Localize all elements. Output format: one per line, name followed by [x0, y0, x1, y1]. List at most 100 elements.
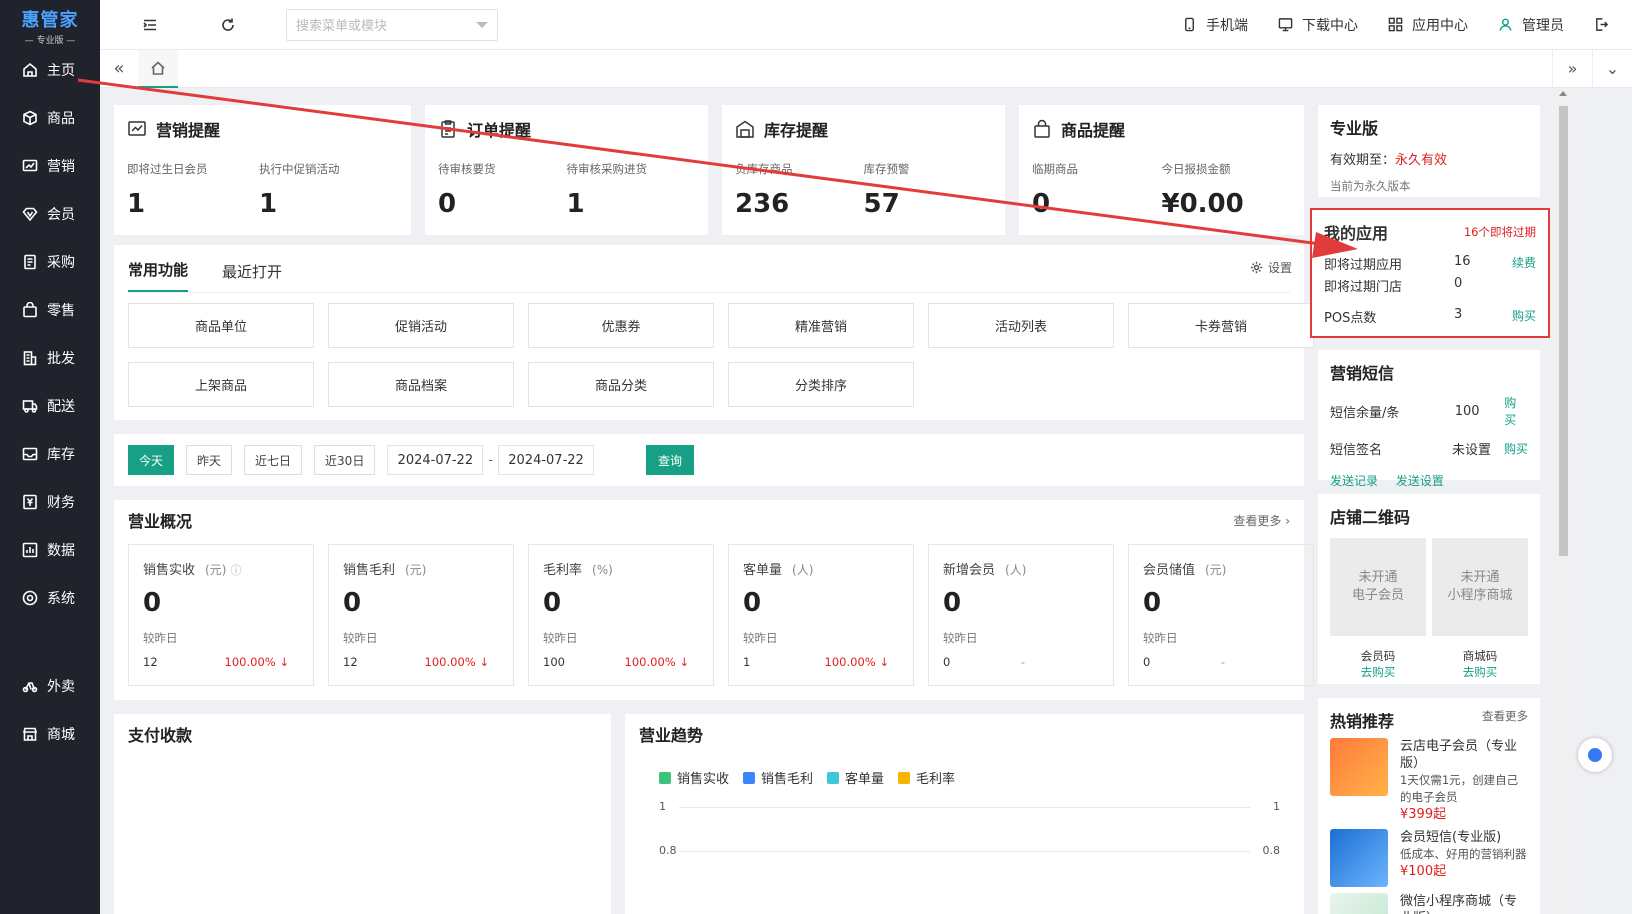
reminder-item[interactable]: 库存预警 57 — [864, 161, 993, 219]
card-title: 订单提醒 — [467, 121, 532, 140]
buy-link[interactable]: 购买 — [1504, 440, 1528, 457]
function-button[interactable]: 优惠券 — [528, 303, 714, 348]
sidebar-item-takeout[interactable]: 外卖 — [0, 662, 100, 710]
tabs-menu-button[interactable]: ⌄ — [1592, 49, 1632, 88]
download-center-link[interactable]: 下载中心 — [1278, 15, 1358, 35]
last-7-days-button[interactable]: 近七日 — [244, 445, 303, 475]
function-button[interactable]: 精准营销 — [728, 303, 914, 348]
tab-common-functions[interactable]: 常用功能 — [128, 259, 189, 292]
product-item[interactable]: 云店电子会员（专业版） 1天仅需1元，创建自己的电子会员 ¥399起 — [1330, 738, 1528, 823]
sms-card: 营销短信 短信余量/条 100 购买 短信签名 未设置 购买 发送记录 发送设置 — [1318, 350, 1540, 488]
start-date-input[interactable]: 2024-07-22 — [387, 445, 484, 475]
user-menu[interactable]: 管理员 — [1498, 15, 1564, 35]
help-icon[interactable]: ⓘ — [231, 564, 242, 577]
menu-toggle-button[interactable] — [142, 17, 158, 33]
view-more-link[interactable]: 查看更多 — [1482, 708, 1528, 732]
scrollbar-thumb[interactable] — [1559, 106, 1568, 556]
end-date-input[interactable]: 2024-07-22 — [498, 445, 595, 475]
renew-link[interactable]: 续费 — [1512, 254, 1536, 273]
yesterday-button[interactable]: 昨天 — [186, 445, 233, 475]
legend-swatch — [898, 771, 911, 784]
sidebar-item-inventory[interactable]: 库存 — [0, 430, 100, 478]
monitor-icon — [1278, 18, 1293, 32]
view-more-link[interactable]: 查看更多 › — [1233, 512, 1290, 529]
sidebar-item-label: 配送 — [47, 399, 75, 415]
today-button[interactable]: 今天 — [128, 445, 175, 475]
bar-chart-icon — [22, 542, 38, 558]
function-button[interactable]: 活动列表 — [928, 303, 1114, 348]
floating-assistant-button[interactable] — [1578, 738, 1612, 772]
tabs-scroll-right-button[interactable]: » — [1552, 49, 1592, 88]
row-label: 短信余量/条 — [1330, 405, 1400, 421]
function-button[interactable]: 商品分类 — [528, 362, 714, 407]
app-center-link[interactable]: 应用中心 — [1388, 15, 1468, 35]
reminder-item[interactable]: 负库存商品 236 — [735, 161, 864, 219]
function-button[interactable]: 上架商品 — [128, 362, 314, 407]
reminder-item[interactable]: 今日报损金额 ¥0.00 — [1162, 161, 1292, 219]
function-button[interactable]: 卡券营销 — [1128, 303, 1314, 348]
product-item[interactable]: 会员短信(专业版) 低成本、好用的营销利器 ¥100起 — [1330, 829, 1528, 887]
sidebar-item-wholesale[interactable]: 批发 — [0, 334, 100, 382]
sidebar-item-marketing[interactable]: 营销 — [0, 142, 100, 190]
stat-change: 100.00% ↓ — [224, 655, 289, 669]
sidebar-item-goods[interactable]: 商品 — [0, 94, 100, 142]
buy-link[interactable]: 购买 — [1512, 307, 1536, 326]
sidebar-item-system[interactable]: 系统 — [0, 574, 100, 622]
product-item[interactable]: 微信小程序商城（专业版） — [1330, 893, 1528, 914]
search-input[interactable]: 搜索菜单或模块 — [286, 8, 498, 41]
logout-button[interactable] — [1594, 17, 1618, 32]
sidebar-item-mall[interactable]: 商城 — [0, 710, 100, 758]
legend-item[interactable]: 销售实收 — [659, 768, 729, 787]
reminder-item[interactable]: 待审核采购进货 1 — [567, 161, 696, 219]
sidebar-item-delivery[interactable]: 配送 — [0, 382, 100, 430]
page-scrollbar[interactable] — [1554, 88, 1572, 914]
function-button[interactable]: 分类排序 — [728, 362, 914, 407]
sidebar-item-purchase[interactable]: 采购 — [0, 238, 100, 286]
mobile-link-label: 手机端 — [1206, 17, 1248, 34]
stat-unit: (%) — [592, 563, 613, 577]
buy-link[interactable]: 购买 — [1504, 394, 1528, 428]
stat-unit: (元) — [205, 563, 227, 577]
buy-link[interactable]: 去购买 — [1432, 664, 1528, 680]
query-button[interactable]: 查询 — [646, 445, 695, 475]
tabs-scroll-left-button[interactable]: « — [100, 50, 138, 88]
buy-link[interactable]: 去购买 — [1330, 664, 1426, 680]
sidebar-item-data[interactable]: 数据 — [0, 526, 100, 574]
last-30-days-button[interactable]: 近30日 — [314, 445, 376, 475]
logo-name: 惠管家 — [21, 10, 79, 31]
compare-label: 较昨日 — [1143, 631, 1178, 645]
reminder-item[interactable]: 执行中促销活动 1 — [259, 161, 391, 219]
user-label: 管理员 — [1522, 17, 1564, 34]
function-button[interactable]: 商品档案 — [328, 362, 514, 407]
tab-recently-opened[interactable]: 最近打开 — [222, 261, 282, 292]
function-button[interactable]: 促销活动 — [328, 303, 514, 348]
send-records-link[interactable]: 发送记录 — [1330, 474, 1378, 488]
truck-icon — [22, 400, 38, 413]
refresh-button[interactable] — [220, 17, 236, 33]
sidebar-item-home[interactable]: 主页 — [0, 46, 100, 94]
home-icon — [23, 62, 37, 77]
product-name: 微信小程序商城（专业版） — [1400, 894, 1518, 914]
reminder-item[interactable]: 即将过生日会员 1 — [127, 161, 259, 219]
settings-button[interactable]: 设置 — [1250, 259, 1292, 276]
sidebar-item-retail[interactable]: 零售 — [0, 286, 100, 334]
row-value: 0 — [1454, 276, 1463, 291]
reminder-item[interactable]: 待审核要货 0 — [438, 161, 567, 219]
mobile-link[interactable]: 手机端 — [1182, 15, 1248, 35]
legend-label: 客单量 — [845, 772, 885, 787]
sidebar-item-label: 商品 — [47, 111, 75, 127]
sidebar-item-member[interactable]: 会员 — [0, 190, 100, 238]
legend-swatch — [743, 771, 756, 784]
function-button[interactable]: 商品单位 — [128, 303, 314, 348]
legend-item[interactable]: 毛利率 — [898, 768, 955, 787]
send-settings-link[interactable]: 发送设置 — [1396, 474, 1444, 488]
reminder-item[interactable]: 临期商品 0 — [1032, 161, 1162, 219]
legend-item[interactable]: 客单量 — [827, 768, 884, 787]
scroll-up-arrow[interactable] — [1559, 91, 1567, 96]
gear-icon — [1250, 261, 1263, 274]
settings-icon — [22, 590, 38, 606]
sidebar-item-finance[interactable]: 财务 — [0, 478, 100, 526]
tab-home[interactable] — [138, 49, 178, 88]
qr-label: 商城码 — [1462, 649, 1498, 663]
legend-item[interactable]: 销售毛利 — [743, 768, 813, 787]
